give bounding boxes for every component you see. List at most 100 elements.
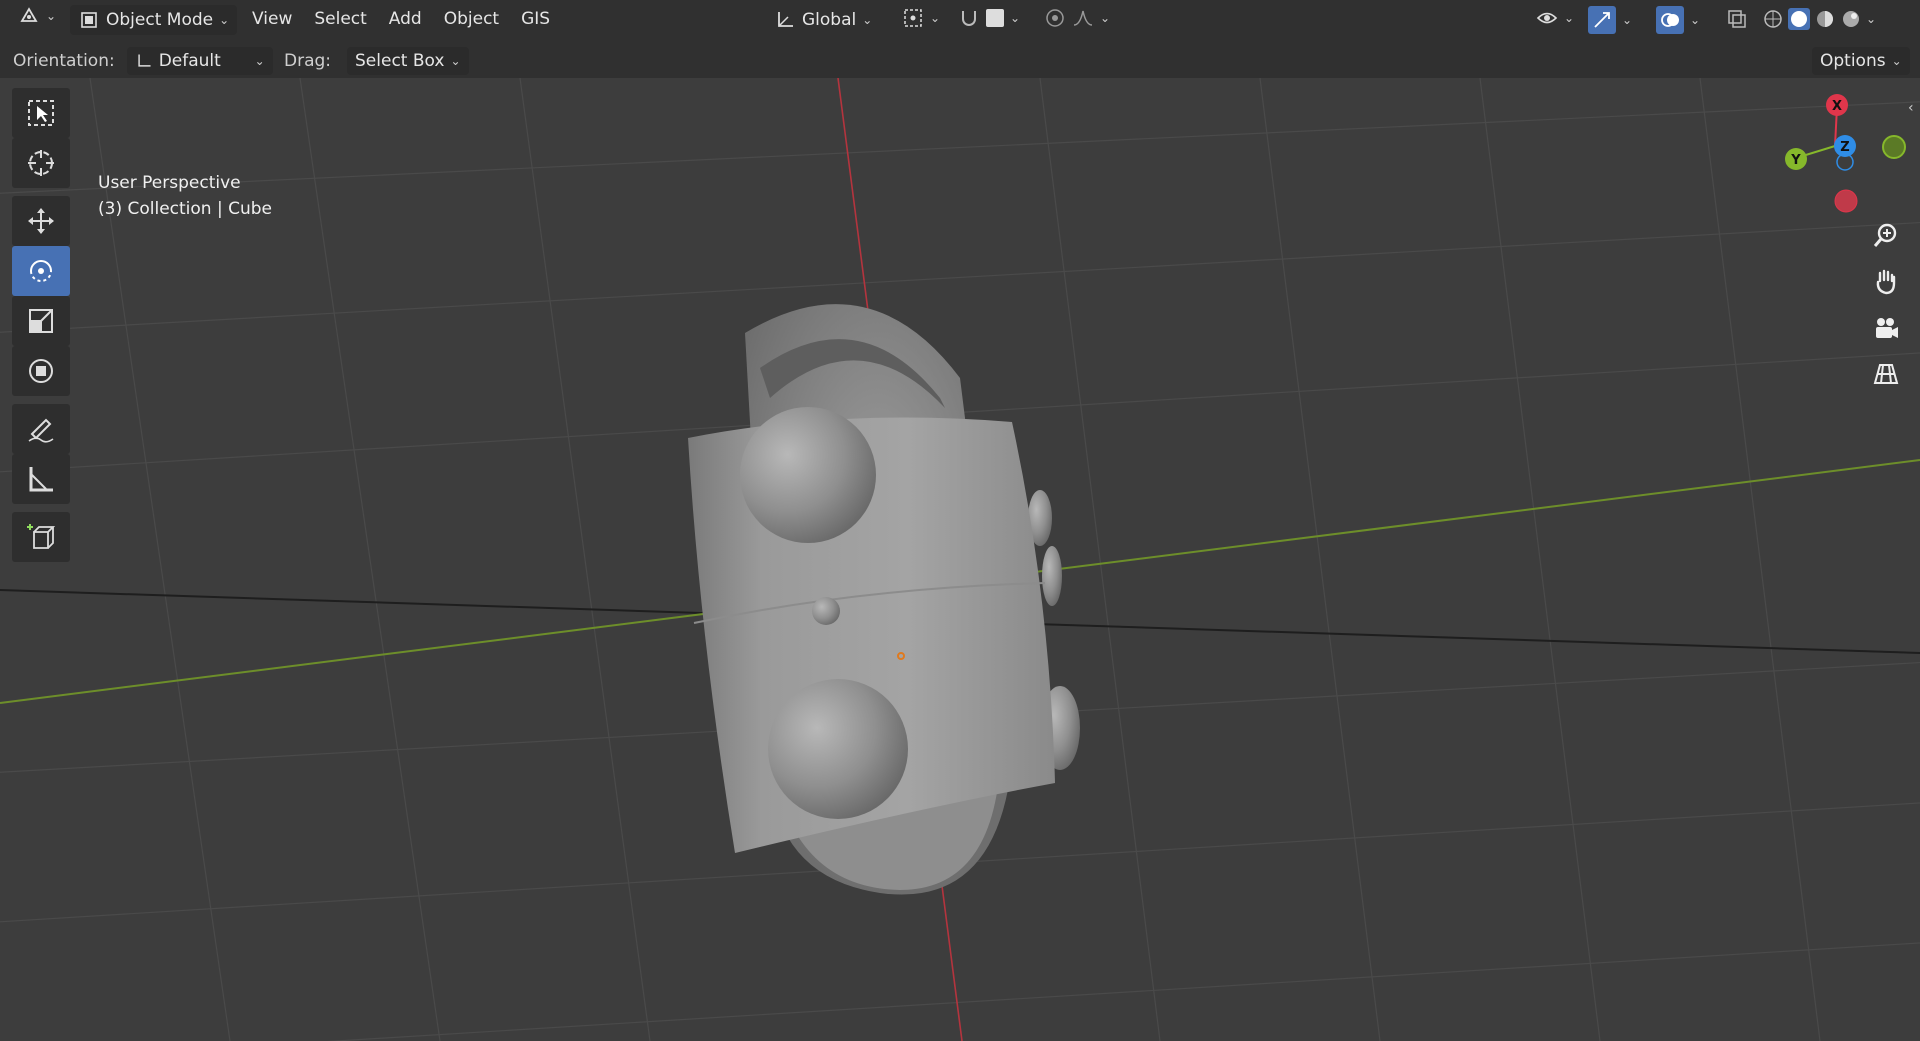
select-box-tool[interactable]	[12, 88, 70, 138]
shading-mode-group: ⌄	[1762, 8, 1876, 30]
drag-dropdown[interactable]: Select Box ⌄	[347, 47, 469, 75]
snap-target-icon	[986, 9, 1004, 27]
sidebar-expand-arrow-icon[interactable]: ‹	[1908, 100, 1914, 116]
snap-toggle[interactable]: ⌄	[958, 7, 1020, 29]
pivot-point-selector[interactable]: ⌄	[902, 7, 940, 29]
snap-magnet-icon	[962, 11, 976, 26]
chevron-down-icon: ⌄	[46, 9, 57, 23]
ortho-grid-icon	[1873, 364, 1899, 384]
options-dropdown[interactable]: Options ⌄	[1812, 47, 1910, 75]
view-name: User Perspective	[98, 173, 241, 193]
options-label: Options	[1820, 51, 1886, 71]
scale-tool[interactable]	[12, 296, 70, 346]
3d-viewport[interactable]: User Perspective (3) Collection | Cube	[0, 78, 1920, 1041]
view-context: (3) Collection | Cube	[98, 199, 273, 219]
solid-shading-icon[interactable]	[1788, 8, 1810, 30]
viewport-header: ⌄ Object Mode ⌄ View Select Add Object G…	[0, 0, 1920, 39]
cursor-tool[interactable]	[12, 138, 70, 188]
ortho-toggle-button[interactable]	[1866, 353, 1906, 393]
menu-gis[interactable]: GIS	[513, 4, 558, 34]
rendered-shading-icon[interactable]	[1840, 8, 1862, 30]
neg-x-axis-ball	[1834, 189, 1858, 213]
select-box-icon	[28, 100, 54, 126]
viewport-info: User Perspective (3) Collection | Cube	[98, 170, 272, 222]
chevron-down-icon: ⌄	[219, 13, 230, 27]
move-tool[interactable]	[12, 196, 70, 246]
orientation-value: Default	[158, 51, 221, 71]
xray-icon	[1728, 10, 1746, 28]
z-axis-label: Z	[1840, 140, 1849, 155]
pan-button[interactable]	[1866, 261, 1906, 301]
drag-value: Select Box	[355, 51, 445, 71]
mode-selector[interactable]: Object Mode ⌄	[70, 5, 238, 35]
menu-object[interactable]: Object	[436, 4, 507, 34]
cube-object	[688, 304, 1080, 895]
y-axis-label: Y	[1790, 153, 1801, 168]
overlay-icon	[1661, 13, 1679, 27]
viewport-scene	[0, 78, 1920, 1041]
orientation-axis-icon	[138, 54, 151, 67]
menu-select[interactable]: Select	[306, 4, 374, 34]
measure-tool[interactable]	[12, 454, 70, 504]
annotate-tool[interactable]	[12, 404, 70, 454]
x-axis-label: X	[1832, 99, 1842, 114]
transform-icon	[29, 359, 53, 383]
pan-hand-icon	[1876, 269, 1896, 295]
orientation-group: Orientation: Default ⌄	[13, 47, 273, 75]
chevron-down-icon: ⌄	[1622, 13, 1633, 27]
transform-tool[interactable]	[12, 346, 70, 396]
rotate-tool[interactable]	[12, 246, 70, 296]
add-cube-icon	[27, 524, 56, 549]
gizmo-toggle-icon	[1594, 12, 1610, 28]
chevron-down-icon[interactable]: ⌄	[1866, 12, 1876, 26]
proportional-edit-toggle[interactable]: ⌄	[1044, 7, 1110, 29]
pivot-point-icon	[904, 9, 922, 27]
material-shading-icon[interactable]	[1814, 8, 1836, 30]
xray-toggle[interactable]	[1726, 8, 1748, 30]
zoom-button[interactable]	[1866, 215, 1906, 255]
mode-label: Object Mode	[106, 10, 214, 30]
orientation-dropdown[interactable]: Default ⌄	[126, 47, 273, 75]
transform-orientation-selector[interactable]: Global ⌄	[774, 5, 872, 35]
add-cube-tool[interactable]	[12, 512, 70, 562]
measure-ruler-icon	[29, 467, 53, 492]
falloff-curve-icon	[1073, 10, 1093, 26]
drag-group: Drag: Select Box ⌄	[284, 47, 469, 75]
gizmo-toggle[interactable]: ⌄	[1588, 6, 1632, 34]
tool-settings-header: Orientation: Default ⌄ Drag: Select Box …	[0, 39, 1920, 78]
neg-y-axis-ball	[1882, 135, 1906, 159]
chevron-down-icon: ⌄	[930, 11, 941, 25]
overlay-toggle-bg	[1656, 6, 1684, 34]
eye-visibility-icon	[1536, 12, 1558, 24]
editor-type-icon	[20, 7, 38, 22]
chevron-down-icon: ⌄	[254, 54, 265, 68]
chevron-down-icon: ⌄	[1010, 11, 1021, 25]
chevron-down-icon: ⌄	[1690, 13, 1701, 27]
zoom-icon	[1873, 223, 1897, 247]
menu-add[interactable]: Add	[381, 4, 430, 34]
editor-type-button[interactable]: ⌄	[18, 5, 56, 27]
header-menu: View Select Add Object GIS	[244, 4, 558, 34]
object-mode-icon	[81, 12, 97, 28]
rotate-icon	[30, 260, 52, 282]
visibility-selector[interactable]: ⌄	[1536, 7, 1574, 29]
overlay-toggle[interactable]: ⌄	[1656, 6, 1700, 34]
wireframe-shading-icon[interactable]	[1762, 8, 1784, 30]
gizmo-toggle-bg	[1588, 6, 1616, 34]
scale-icon	[29, 309, 53, 333]
chevron-down-icon: ⌄	[862, 13, 873, 27]
menu-view[interactable]: View	[244, 4, 300, 34]
annotate-pencil-icon	[28, 418, 54, 443]
navigation-gizmo[interactable]: X Y Z	[1775, 90, 1915, 220]
orientation-label: Orientation:	[13, 51, 115, 71]
chevron-down-icon: ⌄	[1564, 11, 1575, 25]
transform-orientation-label: Global	[802, 10, 857, 30]
chevron-down-icon: ⌄	[1100, 11, 1111, 25]
chevron-down-icon: ⌄	[450, 54, 461, 68]
transform-orientation-icon	[778, 12, 793, 27]
camera-view-icon	[1876, 318, 1898, 338]
proportional-edit-icon	[1046, 9, 1064, 27]
left-toolbar	[12, 88, 72, 562]
cursor-3d-icon	[28, 150, 54, 176]
camera-view-button[interactable]	[1866, 308, 1906, 348]
